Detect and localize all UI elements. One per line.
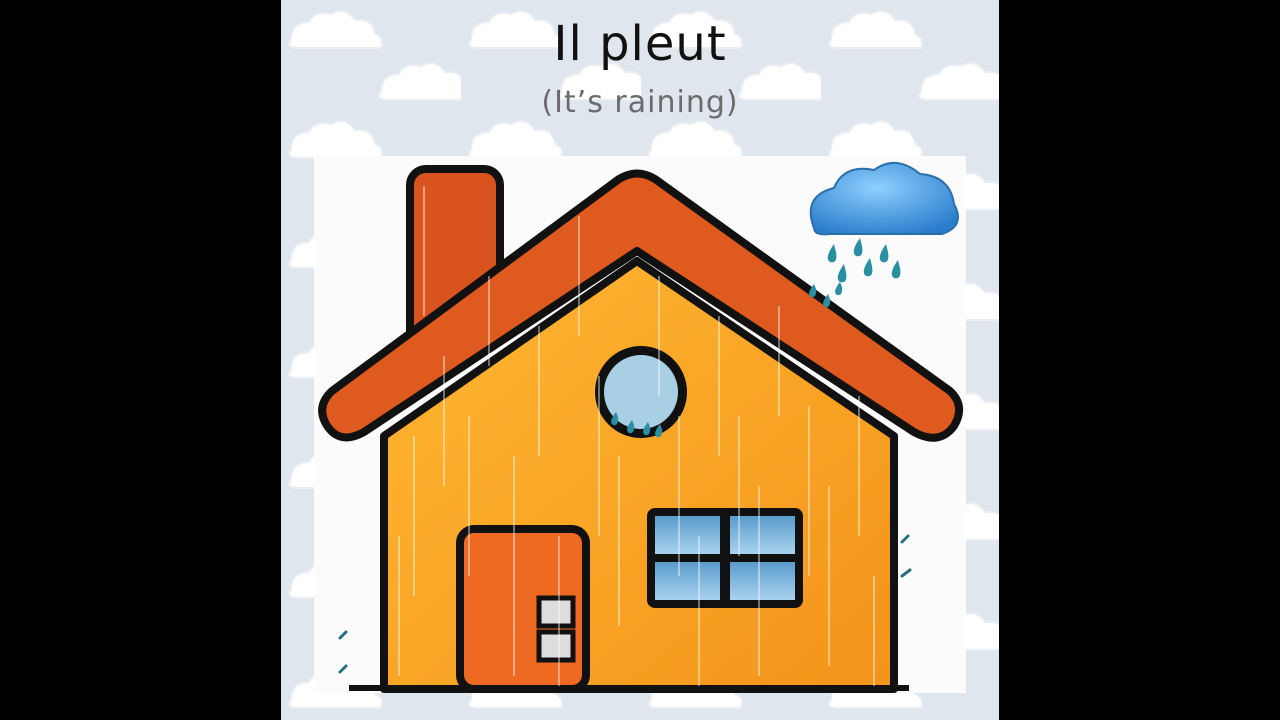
ground-line (349, 685, 909, 691)
slide: Il pleut (It’s raining) (281, 0, 999, 720)
house-icon (314, 156, 966, 693)
door-window-top (536, 595, 576, 629)
slide-subtitle: (It’s raining) (541, 85, 739, 120)
door-window-bottom (536, 629, 576, 663)
video-frame: Il pleut (It’s raining) (0, 0, 1280, 720)
slide-title: Il pleut (553, 16, 727, 72)
